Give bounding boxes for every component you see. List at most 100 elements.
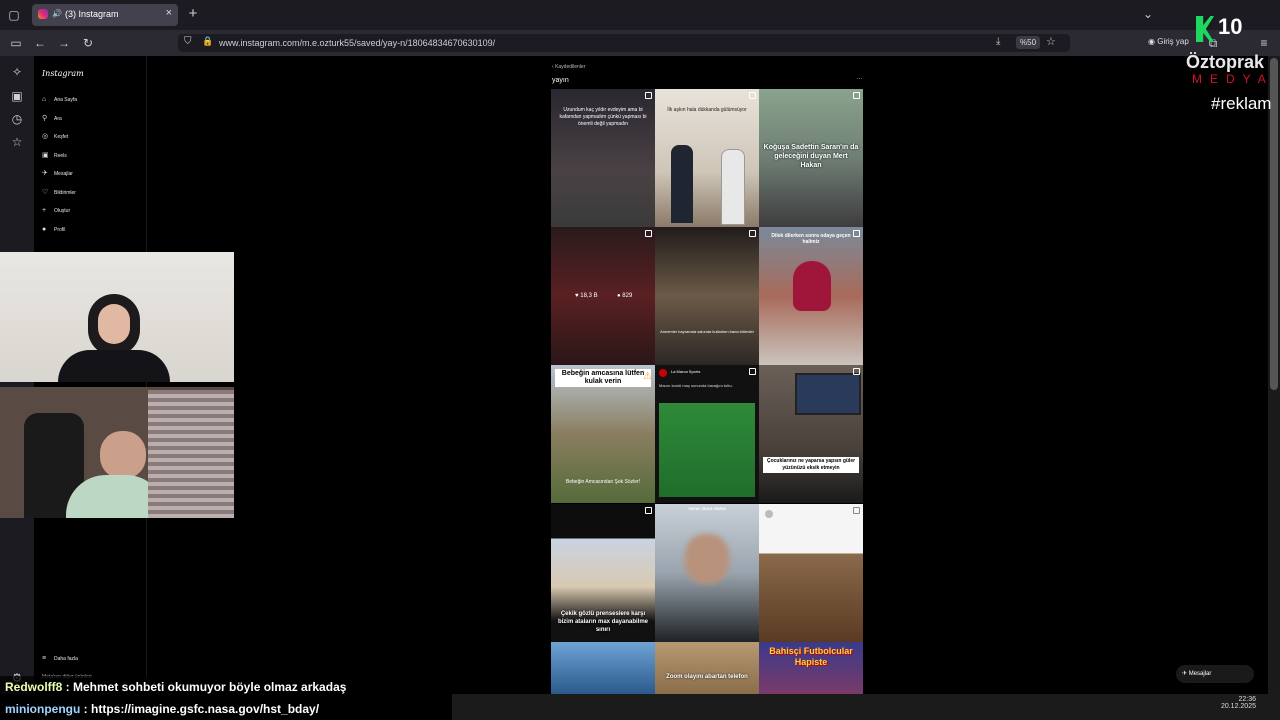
reel-icon	[749, 368, 756, 375]
saved-post[interactable]: YAPAY ZEKA VİDEO	[655, 504, 759, 642]
sidebar-toggle-icon[interactable]: ▭	[8, 35, 24, 51]
new-tab-icon[interactable]: +	[185, 6, 201, 22]
nav-home[interactable]: ⌂ Ana Sayfa	[42, 95, 77, 105]
post-caption: YAPAY ZEKA VİDEO	[687, 506, 727, 511]
nav-messages[interactable]: ✈ Mesajlar	[42, 169, 73, 179]
saved-post[interactable]: Bahisçi Futbolcular Hapiste	[759, 642, 863, 694]
signin-button[interactable]: ◉ Giriş yap	[1148, 37, 1189, 46]
nav-label: Daha fazla	[54, 656, 78, 662]
chat-overlay: Redwolff8 : Mehmet sohbeti okumuyor böyl…	[0, 676, 452, 716]
synced-tabs-icon[interactable]: ▣	[9, 88, 25, 104]
likes-count: ♥ 18,3 B	[575, 293, 598, 299]
tab-bar: ▢ 🔊 (3) Instagram × + ⌄	[0, 0, 1280, 30]
saved-post[interactable]: Dilek dilerken sonra odaya geçen halimiz	[759, 227, 863, 365]
url-text: www.instagram.com/m.e.ozturk55/saved/yay…	[219, 38, 496, 48]
browser-tab[interactable]: 🔊 (3) Instagram ×	[32, 4, 178, 26]
nav-reels[interactable]: ▣ Reels	[42, 151, 67, 161]
saved-post[interactable]: İlk aşkın hala dükkanda gülümsüyor	[655, 89, 759, 227]
post-caption: Annemler bayramda salonda kutlarken bana…	[660, 329, 754, 334]
nav-create[interactable]: + Oluştur	[42, 206, 70, 216]
home-icon: ⌂	[42, 96, 47, 103]
saved-post[interactable]: Koğuşa Sadettin Saran'ın da geleceğini d…	[759, 89, 863, 227]
brand-overlay: 10 Öztoprak MEDYA #reklam	[1186, 12, 1280, 113]
saved-post[interactable]	[551, 642, 655, 694]
account-name: La Marca Sports	[671, 369, 701, 374]
nav-search[interactable]: ⚲ Ara	[42, 114, 62, 124]
saved-post[interactable]: Zoom olayını abartan telefon	[655, 642, 759, 694]
saved-post[interactable]: La Marca Sports Mauro Icardi maç sonunda…	[655, 365, 759, 503]
post-caption: İlk aşkın hala dükkanda gülümsüyor	[667, 107, 747, 113]
saved-post[interactable]: Bebeğin amcasına lütfen kulak verin ⚠ Be…	[551, 365, 655, 503]
avatar: ●	[42, 226, 47, 233]
saved-post[interactable]: Uzundum kaç yıldır evdeyim ama bi kafamd…	[551, 89, 655, 227]
tab-title: (3) Instagram	[65, 9, 119, 19]
close-tab-icon[interactable]: ×	[166, 7, 172, 19]
warning-icon: ⚠	[643, 371, 652, 382]
account-avatar	[765, 510, 773, 518]
instagram-favicon-icon	[38, 9, 48, 19]
nav-label: Keşfet	[54, 134, 69, 140]
chat-text: : https://imagine.gsfc.nasa.gov/hst_bday…	[80, 702, 320, 716]
forward-arrow-icon[interactable]: →	[56, 35, 72, 51]
chat-text: : Mehmet sohbeti okumuyor böyle olmaz ar…	[62, 680, 347, 694]
nav-explore[interactable]: ◎ Keşfet	[42, 132, 68, 142]
chat-message: minionpengu : https://imagine.gsfc.nasa.…	[5, 702, 319, 716]
lock-icon[interactable]: 🔒	[202, 36, 213, 47]
messages-floating-button[interactable]: ✈ Mesajlar	[1176, 665, 1254, 683]
messages-label: Mesajlar	[1188, 671, 1212, 677]
clock[interactable]: 22:36 20.12.2025	[1221, 696, 1256, 710]
reel-icon	[853, 507, 860, 514]
likes-value: 18,3 B	[580, 293, 598, 299]
guest-face	[100, 431, 146, 479]
account-icon: ◉	[1148, 37, 1155, 46]
history-icon[interactable]: ◷	[9, 111, 25, 127]
post-caption: Uzundum kaç yıldır evdeyim ama bi kafamd…	[559, 107, 647, 127]
saved-post[interactable]: ♥ 18,3 B ● 829	[551, 227, 655, 365]
back-label: Kaydedilenler	[555, 64, 586, 70]
back-arrow-icon[interactable]: ←	[32, 35, 48, 51]
page-save-icon[interactable]: ⤓	[996, 36, 1000, 47]
chat-message: Redwolff8 : Mehmet sohbeti okumuyor böyl…	[5, 680, 346, 694]
person-silhouette	[671, 145, 693, 223]
nav-notifications[interactable]: ♡ Bildirimler	[42, 188, 76, 198]
reload-icon[interactable]: ↻	[80, 35, 96, 51]
comments-count: ● 829	[617, 293, 633, 299]
kick-k-logo	[1196, 16, 1214, 42]
nav-label: Mesajlar	[54, 171, 73, 177]
reel-icon	[749, 92, 756, 99]
chevron-down-icon[interactable]: ⌄	[1140, 6, 1156, 22]
bookmarks-star-icon[interactable]: ☆	[9, 134, 25, 150]
taskbar: 22:36 20.12.2025	[452, 694, 1280, 720]
shield-icon[interactable]: ⛉	[184, 36, 192, 47]
reel-icon	[645, 507, 652, 514]
reel-icon	[749, 230, 756, 237]
back-to-saved-link[interactable]: ‹ Kaydedilenler	[552, 64, 585, 70]
collection-title: yayın	[552, 77, 569, 84]
reel-icon	[645, 230, 652, 237]
reel-icon	[853, 92, 860, 99]
reels-icon: ▣	[42, 152, 49, 159]
post-caption: Zoom olayını abartan telefon	[666, 674, 748, 680]
instagram-logo[interactable]: Instagram	[42, 69, 84, 78]
tab-list-icon[interactable]: ▢	[6, 7, 22, 23]
saved-post[interactable]: Annemler bayramda salonda kutlarken bana…	[655, 227, 759, 365]
nav-profile[interactable]: ● Profil	[42, 225, 65, 235]
saved-post[interactable]: Çekik gözlü prenseslere karşı bizim atal…	[551, 504, 655, 642]
saved-post[interactable]: Çocuklarınız ne yaparsa yapsın güler yüz…	[759, 365, 863, 503]
star-icon[interactable]: ☆	[1046, 35, 1056, 48]
ai-sparkle-icon[interactable]: ✧	[9, 64, 25, 80]
post-caption: Koğuşa Sadettin Saran'ın da geleceğini d…	[763, 144, 859, 169]
post-text: Mauro Icardi maç sonunda bacağını tuttu.	[659, 383, 733, 388]
red-wig-figure	[793, 261, 831, 311]
saved-post[interactable]	[759, 504, 863, 642]
zoom-level[interactable]: %50	[1016, 36, 1041, 49]
clock-date: 20.12.2025	[1220, 703, 1256, 710]
speaker-icon[interactable]: 🔊	[52, 9, 62, 18]
window-blinds	[148, 390, 234, 518]
reel-icon	[645, 92, 652, 99]
more-options-icon[interactable]: …	[856, 74, 863, 81]
nav-label: Ara	[54, 116, 62, 122]
address-bar[interactable]: ⛉ 🔒 www.instagram.com/m.e.ozturk55/saved…	[178, 34, 1070, 52]
nav-more[interactable]: ≡ Daha fazla	[42, 654, 78, 664]
chat-username: Redwolff8	[5, 680, 63, 694]
